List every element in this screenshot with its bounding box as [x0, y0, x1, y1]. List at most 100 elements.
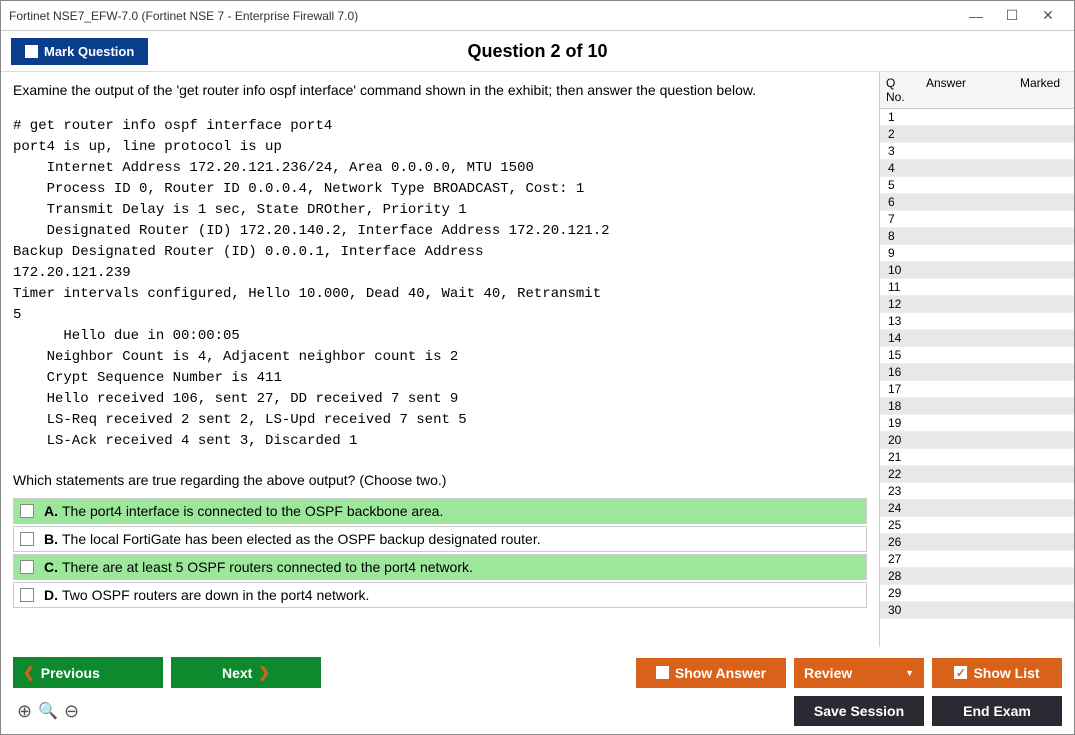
- option-row[interactable]: D.Two OSPF routers are down in the port4…: [13, 582, 867, 608]
- question-list-row[interactable]: 8: [880, 228, 1074, 245]
- row-qno: 29: [880, 586, 920, 600]
- question-list-row[interactable]: 26: [880, 534, 1074, 551]
- question-list-row[interactable]: 5: [880, 177, 1074, 194]
- question-list-row[interactable]: 2: [880, 126, 1074, 143]
- row-qno: 20: [880, 433, 920, 447]
- col-answer: Answer: [920, 72, 1014, 108]
- footer: ❮ Previous Next ❯ Show Answer Review ▼ ✓…: [1, 647, 1074, 734]
- option-text: There are at least 5 OSPF routers connec…: [62, 559, 473, 575]
- row-qno: 24: [880, 501, 920, 515]
- question-list-row[interactable]: 1: [880, 109, 1074, 126]
- question-list-header: Q No. Answer Marked: [880, 72, 1074, 109]
- question-list-row[interactable]: 16: [880, 364, 1074, 381]
- question-list-row[interactable]: 20: [880, 432, 1074, 449]
- row-qno: 12: [880, 297, 920, 311]
- question-list-row[interactable]: 30: [880, 602, 1074, 619]
- review-button[interactable]: Review ▼: [794, 658, 924, 688]
- zoom-out-icon[interactable]: ⊖: [64, 701, 79, 722]
- question-list-row[interactable]: 11: [880, 279, 1074, 296]
- checkbox-icon: [25, 45, 38, 58]
- option-letter: B.: [44, 531, 58, 547]
- row-qno: 25: [880, 518, 920, 532]
- question-list-row[interactable]: 25: [880, 517, 1074, 534]
- row-qno: 6: [880, 195, 920, 209]
- question-list-row[interactable]: 9: [880, 245, 1074, 262]
- previous-button[interactable]: ❮ Previous: [13, 657, 163, 688]
- row-qno: 9: [880, 246, 920, 260]
- row-qno: 22: [880, 467, 920, 481]
- row-qno: 27: [880, 552, 920, 566]
- show-list-button[interactable]: ✓ Show List: [932, 658, 1062, 688]
- option-letter: C.: [44, 559, 58, 575]
- question-list-row[interactable]: 21: [880, 449, 1074, 466]
- question-list-row[interactable]: 29: [880, 585, 1074, 602]
- question-list-row[interactable]: 24: [880, 500, 1074, 517]
- question-list-row[interactable]: 7: [880, 211, 1074, 228]
- question-list-row[interactable]: 6: [880, 194, 1074, 211]
- save-session-label: Save Session: [814, 703, 904, 719]
- mark-question-button[interactable]: Mark Question: [11, 38, 148, 65]
- checkbox-icon: [656, 666, 669, 679]
- next-button[interactable]: Next ❯: [171, 657, 321, 688]
- chevron-down-icon: ▼: [905, 668, 914, 678]
- option-letter: D.: [44, 587, 58, 603]
- question-list-row[interactable]: 10: [880, 262, 1074, 279]
- row-qno: 14: [880, 331, 920, 345]
- question-list-row[interactable]: 14: [880, 330, 1074, 347]
- row-qno: 19: [880, 416, 920, 430]
- row-qno: 5: [880, 178, 920, 192]
- row-qno: 3: [880, 144, 920, 158]
- zoom-in-icon[interactable]: 🔍: [38, 701, 58, 722]
- minimize-button[interactable]: —: [958, 4, 994, 28]
- previous-label: Previous: [41, 665, 100, 681]
- question-subprompt: Which statements are true regarding the …: [13, 472, 867, 488]
- maximize-button[interactable]: ☐: [994, 4, 1030, 28]
- question-list-row[interactable]: 28: [880, 568, 1074, 585]
- window-title: Fortinet NSE7_EFW-7.0 (Fortinet NSE 7 - …: [9, 9, 358, 23]
- question-prompt: Examine the output of the 'get router in…: [13, 82, 867, 98]
- question-list-row[interactable]: 18: [880, 398, 1074, 415]
- question-list-row[interactable]: 23: [880, 483, 1074, 500]
- option-text: The local FortiGate has been elected as …: [62, 531, 541, 547]
- chevron-left-icon: ❮: [23, 664, 35, 681]
- option-row[interactable]: C.There are at least 5 OSPF routers conn…: [13, 554, 867, 580]
- question-list-row[interactable]: 22: [880, 466, 1074, 483]
- title-bar: Fortinet NSE7_EFW-7.0 (Fortinet NSE 7 - …: [1, 1, 1074, 31]
- question-list-body[interactable]: 1234567891011121314151617181920212223242…: [880, 109, 1074, 647]
- end-exam-label: End Exam: [963, 703, 1031, 719]
- question-list-row[interactable]: 17: [880, 381, 1074, 398]
- question-list-row[interactable]: 12: [880, 296, 1074, 313]
- checkbox-icon[interactable]: [20, 504, 34, 518]
- row-qno: 23: [880, 484, 920, 498]
- mark-question-label: Mark Question: [44, 44, 134, 59]
- question-number-title: Question 2 of 10: [467, 41, 607, 62]
- checkbox-icon[interactable]: [20, 532, 34, 546]
- col-qno: Q No.: [880, 72, 920, 108]
- question-list-row[interactable]: 3: [880, 143, 1074, 160]
- checkbox-checked-icon: ✓: [954, 666, 967, 679]
- row-qno: 11: [880, 280, 920, 294]
- row-qno: 8: [880, 229, 920, 243]
- show-answer-button[interactable]: Show Answer: [636, 658, 786, 688]
- row-qno: 26: [880, 535, 920, 549]
- question-pane[interactable]: Examine the output of the 'get router in…: [1, 72, 879, 647]
- question-header: Mark Question Question 2 of 10: [1, 31, 1074, 71]
- question-list-row[interactable]: 4: [880, 160, 1074, 177]
- checkbox-icon[interactable]: [20, 588, 34, 602]
- next-label: Next: [222, 665, 252, 681]
- question-list-row[interactable]: 27: [880, 551, 1074, 568]
- row-qno: 15: [880, 348, 920, 362]
- question-list-panel: Q No. Answer Marked 12345678910111213141…: [879, 72, 1074, 647]
- end-exam-button[interactable]: End Exam: [932, 696, 1062, 726]
- option-row[interactable]: B.The local FortiGate has been elected a…: [13, 526, 867, 552]
- zoom-reset-icon[interactable]: ⊕: [17, 701, 32, 722]
- row-qno: 16: [880, 365, 920, 379]
- question-list-row[interactable]: 15: [880, 347, 1074, 364]
- close-button[interactable]: ✕: [1030, 4, 1066, 28]
- question-list-row[interactable]: 19: [880, 415, 1074, 432]
- question-list-row[interactable]: 13: [880, 313, 1074, 330]
- option-row[interactable]: A.The port4 interface is connected to th…: [13, 498, 867, 524]
- save-session-button[interactable]: Save Session: [794, 696, 924, 726]
- checkbox-icon[interactable]: [20, 560, 34, 574]
- row-qno: 28: [880, 569, 920, 583]
